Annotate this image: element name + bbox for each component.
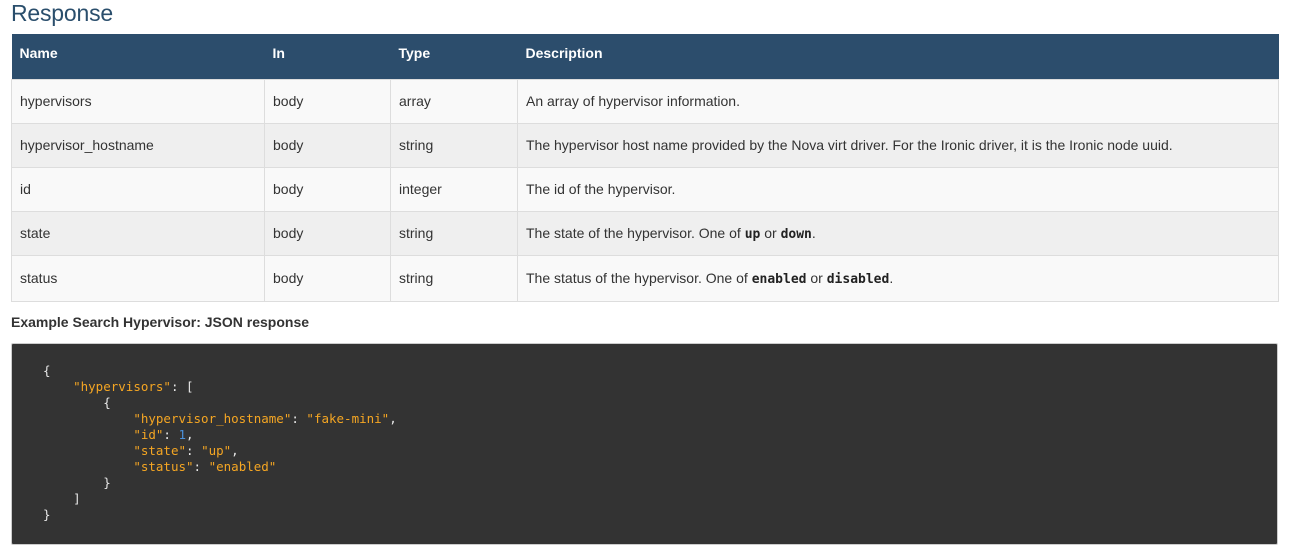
table-row: id body integer The id of the hypervisor…	[11, 166, 1279, 212]
param-name: hypervisor_hostname	[11, 122, 265, 168]
code-value: "enabled"	[208, 459, 277, 474]
param-name: id	[11, 166, 265, 212]
code-token: ]	[73, 491, 81, 506]
param-in: body	[264, 166, 391, 212]
header-in: In	[264, 34, 391, 79]
code-token: }	[103, 475, 111, 490]
code-key: "id"	[133, 427, 164, 442]
description-text: .	[889, 269, 894, 286]
header-description: Description	[517, 34, 1279, 79]
table-row: hypervisor_hostname body string The hype…	[11, 122, 1279, 168]
json-code-block[interactable]: { "hypervisors": [ { "hypervisor_hostnam…	[11, 343, 1278, 545]
description-text: or	[806, 269, 827, 286]
header-type: Type	[390, 34, 518, 79]
code-key: "hypervisor_hostname"	[133, 411, 292, 426]
param-type: string	[390, 122, 518, 168]
inline-code-value: enabled	[751, 271, 807, 287]
inline-code-value: down	[780, 226, 812, 242]
param-description: The hypervisor host name provided by the…	[517, 122, 1279, 168]
code-value: 1	[178, 427, 187, 442]
param-in: body	[264, 254, 391, 302]
param-name: hypervisors	[11, 78, 265, 124]
inline-code-value: up	[744, 226, 761, 242]
response-parameters-table: Name In Type Description hypervisors bod…	[11, 34, 1279, 302]
header-name: Name	[11, 34, 265, 79]
param-in: body	[264, 210, 391, 256]
param-description: The state of the hypervisor. One of up o…	[517, 210, 1279, 256]
table-row: status body string The status of the hyp…	[11, 254, 1279, 302]
table-row: state body string The state of the hyper…	[11, 210, 1279, 256]
code-token: {	[43, 363, 51, 378]
param-in: body	[264, 122, 391, 168]
code-key: "status"	[133, 459, 194, 474]
table-row: hypervisors body array An array of hyper…	[11, 78, 1279, 124]
param-description: The id of the hypervisor.	[517, 166, 1279, 212]
code-token: {	[103, 395, 111, 410]
param-type: string	[390, 254, 518, 302]
code-token: [	[186, 379, 194, 394]
example-title: Example Search Hypervisor: JSON response	[11, 314, 310, 330]
param-in: body	[264, 78, 391, 124]
code-value: "fake-mini"	[306, 411, 390, 426]
code-key: "hypervisors"	[73, 379, 171, 394]
table-header-row: Name In Type Description	[11, 34, 1279, 79]
param-name: state	[11, 210, 265, 256]
description-text: The state of the hypervisor. One of	[526, 224, 745, 241]
description-text: The status of the hypervisor. One of	[526, 269, 752, 286]
section-title: Response	[11, 0, 113, 26]
code-value: "up"	[201, 443, 232, 458]
param-type: integer	[390, 166, 518, 212]
code-key: "state"	[133, 443, 186, 458]
param-type: array	[390, 78, 518, 124]
param-name: status	[11, 254, 265, 302]
code-token: }	[43, 507, 51, 522]
param-description: An array of hypervisor information.	[517, 78, 1279, 124]
description-text: .	[811, 224, 816, 241]
param-type: string	[390, 210, 518, 256]
inline-code-value: disabled	[826, 271, 890, 287]
description-text: or	[760, 224, 781, 241]
param-description: The status of the hypervisor. One of ena…	[517, 254, 1279, 302]
